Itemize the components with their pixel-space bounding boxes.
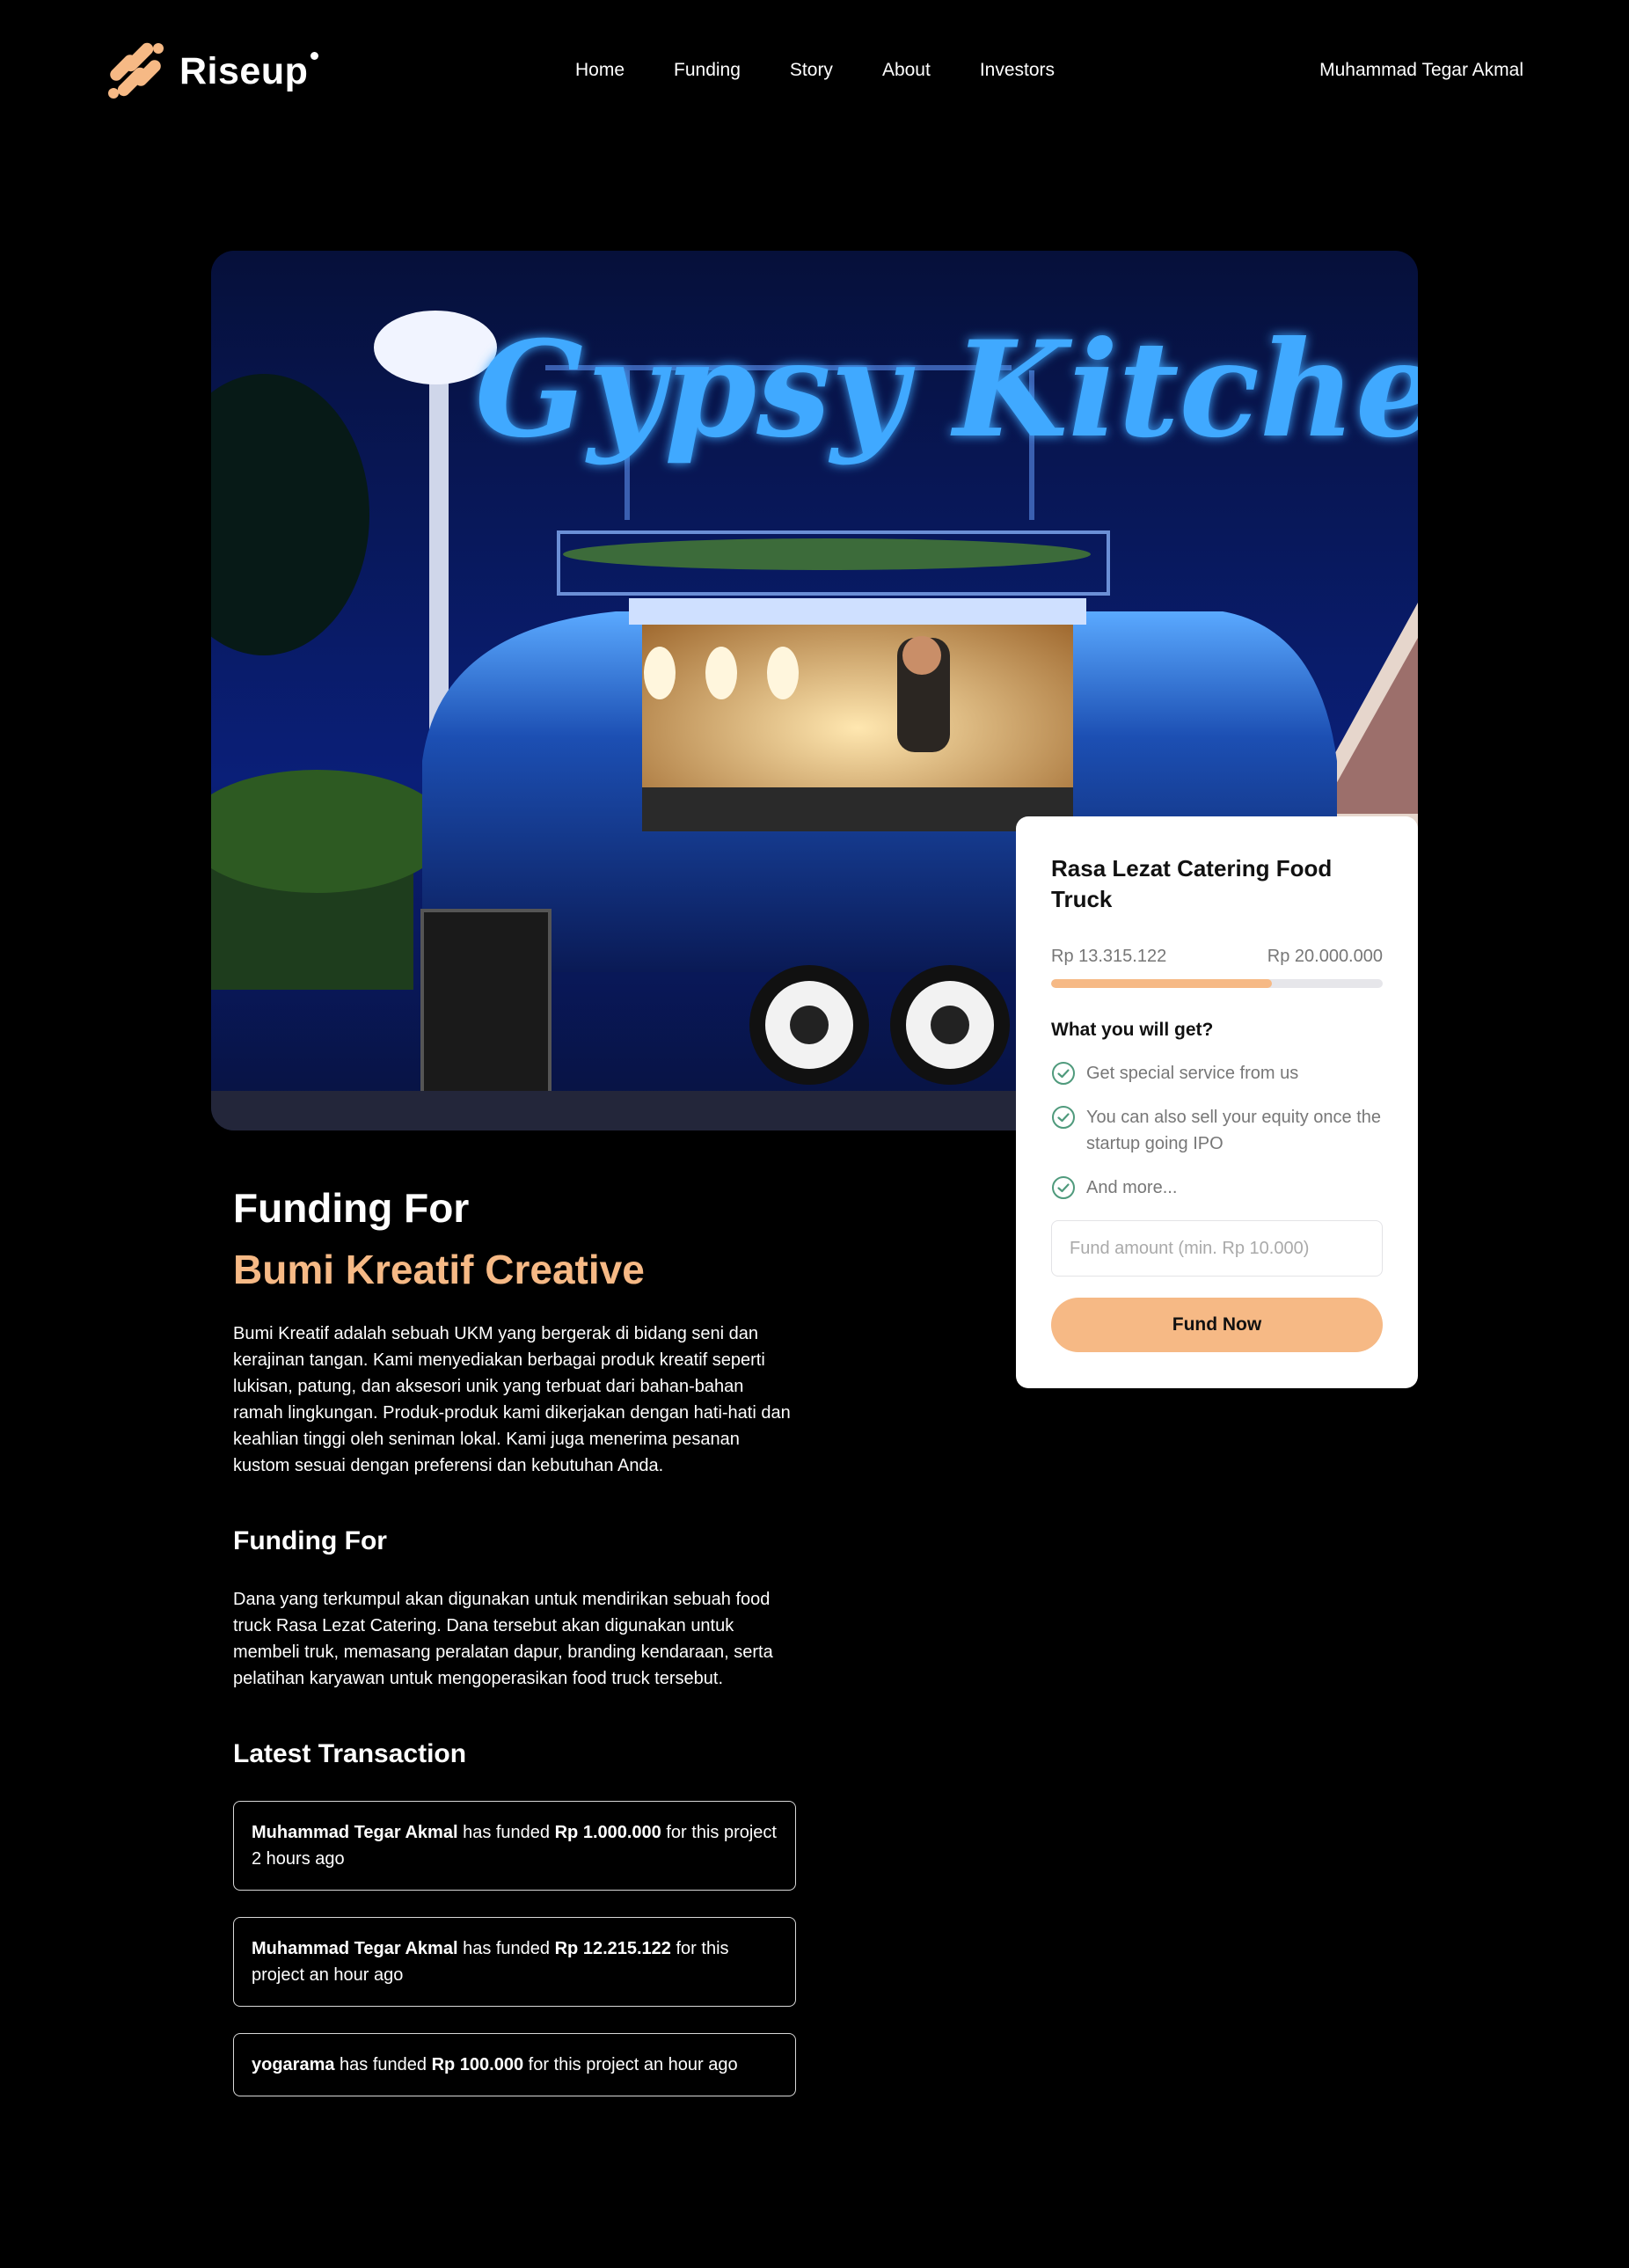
funding-progress-fill <box>1051 979 1273 988</box>
nav-investors[interactable]: Investors <box>980 60 1055 81</box>
transaction-list: Muhammad Tegar Akmal has funded Rp 1.000… <box>233 1801 796 2096</box>
company-description: Bumi Kreatif adalah sebuah UKM yang berg… <box>233 1324 791 1475</box>
transaction-item: Muhammad Tegar Akmal has funded Rp 12.21… <box>233 1917 796 2007</box>
nav-home[interactable]: Home <box>575 60 625 81</box>
benefit-item: You can also sell your equity once the s… <box>1051 1104 1383 1157</box>
check-circle-icon <box>1052 1106 1075 1129</box>
company-name: Bumi Kreatif Creative <box>233 1247 645 1292</box>
check-circle-icon <box>1052 1062 1075 1085</box>
transaction-item: Muhammad Tegar Akmal has funded Rp 1.000… <box>233 1801 796 1891</box>
project-title: Rasa Lezat Catering Food Truck <box>1051 855 1333 912</box>
user-menu[interactable]: Muhammad Tegar Akmal <box>1319 60 1523 81</box>
fund-amount-input[interactable] <box>1051 1220 1383 1277</box>
funding-purpose-heading: Funding For <box>233 1526 387 1555</box>
fund-now-button[interactable]: Fund Now <box>1051 1298 1383 1352</box>
transaction-item: yogarama has funded Rp 100.000 for this … <box>233 2033 796 2096</box>
riseup-logo-icon <box>108 42 164 99</box>
funder-name: yogarama <box>252 2055 335 2074</box>
brand-name: Riseup <box>179 49 319 92</box>
funded-amount: Rp 1.000.000 <box>554 1823 661 1842</box>
funding-amounts: Rp 13.315.122 Rp 20.000.000 <box>1051 947 1383 967</box>
funded-amount: Rp 12.215.122 <box>554 1939 671 1958</box>
nav-story[interactable]: Story <box>790 60 833 81</box>
main-menu: Home Funding Story About Investors <box>575 60 1055 81</box>
funding-card: Rasa Lezat Catering Food Truck Rp 13.315… <box>1016 816 1418 1388</box>
funding-progress-bar <box>1051 979 1383 988</box>
benefits-list: Get special service from us You can also… <box>1051 1060 1383 1201</box>
top-navbar: Riseup Home Funding Story About Investor… <box>0 0 1629 145</box>
raised-amount: Rp 13.315.122 <box>1051 947 1167 966</box>
nav-about[interactable]: About <box>882 60 931 81</box>
latest-transaction-heading: Latest Transaction <box>233 1739 467 1768</box>
target-amount: Rp 20.000.000 <box>1267 947 1383 966</box>
benefit-item: And more... <box>1051 1174 1383 1201</box>
project-details: Funding For Bumi Kreatif Creative Bumi K… <box>233 1183 796 2123</box>
funding-purpose-description: Dana yang terkumpul akan digunakan untuk… <box>233 1590 773 1688</box>
brand-logo[interactable]: Riseup <box>106 40 319 102</box>
sign-text: Gypsy Kitchen <box>475 312 1418 467</box>
funded-amount: Rp 100.000 <box>431 2055 524 2074</box>
benefits-title: What you will get? <box>1051 1020 1214 1040</box>
nav-funding[interactable]: Funding <box>674 60 741 81</box>
funder-name: Muhammad Tegar Akmal <box>252 1823 458 1842</box>
funder-name: Muhammad Tegar Akmal <box>252 1939 458 1958</box>
benefit-item: Get special service from us <box>1051 1060 1383 1086</box>
page-title: Funding For <box>233 1185 470 1231</box>
check-circle-icon <box>1052 1176 1075 1199</box>
